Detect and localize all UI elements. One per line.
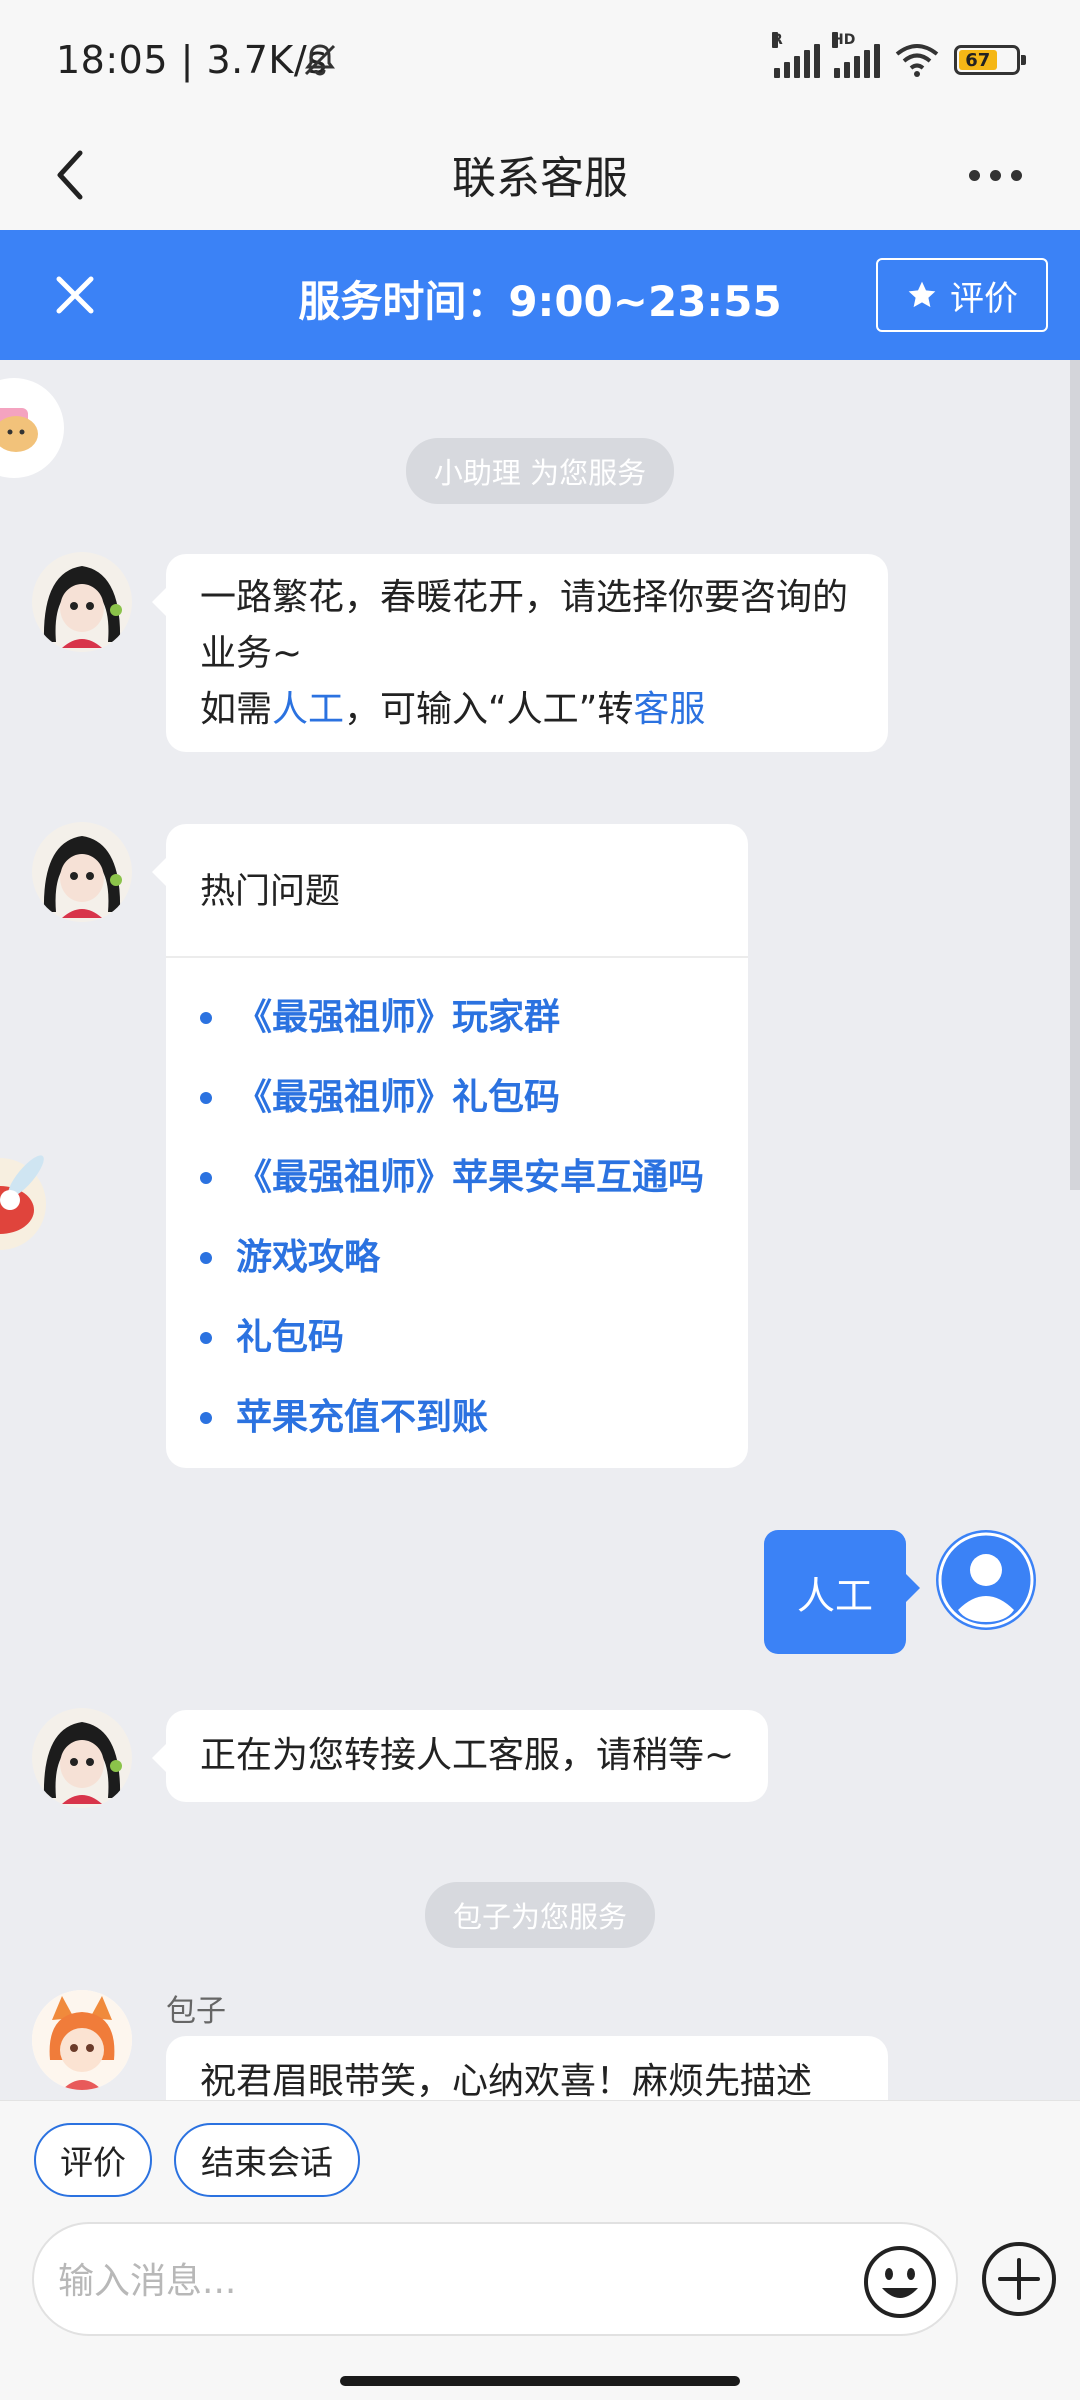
quick-actions-bar: 评价 结束会话 [0,2100,1080,2200]
system-notice-assistant: 小助理 为您服务 [0,438,1080,504]
assistant-avatar-icon [32,1708,132,1808]
user-message-bubble: 人工 [764,1530,920,1654]
user-message-text: 人工 [796,1573,873,1618]
welcome-line-1: 一路繁花，春暖花开，请选择你要咨询的业务~ [200,577,849,674]
status-icons: R HD 67 [772,32,1026,84]
system-notice-agent: 包子为您服务 [0,1882,1080,1948]
wifi-icon [895,44,939,77]
chat-area[interactable]: 小助理 为您服务 一路繁花，春暖花开，请选择你要咨询的业务~ 如需人工，可输入“… [0,360,1080,2100]
faq-item[interactable]: 《最强祖师》礼包码 [200,1058,714,1138]
faq-card: 热门问题 《最强祖师》玩家群 《最强祖师》礼包码 《最强祖师》苹果安卓互通吗 游… [152,824,748,1468]
welcome-line-2: 如需人工，可输入“人工”转客服 [200,682,854,738]
system-notice-text: 包子为您服务 [424,1882,655,1948]
assistant-avatar[interactable] [32,1708,132,1808]
faq-item-label: 礼包码 [236,1317,345,1358]
faq-item-label: 《最强祖师》礼包码 [236,1077,561,1118]
battery-level: 67 [959,50,997,71]
mute-bell-icon [304,44,336,76]
agent-avatar[interactable] [32,1990,132,2090]
more-dot-icon [989,169,1001,181]
signal-2-tag: HD [832,32,856,48]
rate-button[interactable]: 评价 [34,2123,152,2197]
battery-icon: 67 [954,45,1026,75]
user-profile-icon [938,1532,1034,1628]
user-avatar[interactable] [936,1530,1036,1630]
pet-bunny-icon [0,1155,46,1250]
faq-item-label: 《最强祖师》苹果安卓互通吗 [236,1157,705,1198]
faq-item-label: 苹果充值不到账 [236,1397,489,1438]
message-input[interactable] [58,2246,838,2316]
faq-title: 热门问题 [166,824,748,958]
service-banner: 服务时间：9:00~23:55 评价 [0,230,1080,360]
assistant-avatar[interactable] [32,552,132,652]
signal-1-icon: R [772,32,820,78]
assistant-avatar-icon [32,822,132,922]
human-link[interactable]: 人工 [272,689,344,730]
input-bar [0,2200,1080,2400]
emoji-icon[interactable] [862,2244,938,2320]
faq-item[interactable]: 苹果充值不到账 [200,1378,714,1458]
more-dot-icon [1010,169,1022,181]
header: 联系客服 [0,120,1080,230]
end-session-button[interactable]: 结束会话 [174,2123,360,2197]
agent-message-bubble: 祝君眉眼带笑，心纳欢喜！麻烦先描述 [166,2036,888,2100]
floating-pet-icon-2[interactable] [0,1130,70,1270]
bullet-icon [200,1012,212,1024]
faq-list: 《最强祖师》玩家群 《最强祖师》礼包码 《最强祖师》苹果安卓互通吗 游戏攻略 礼… [166,958,748,1468]
welcome-middle: ，可输入“人工”转 [344,689,634,730]
home-indicator[interactable] [340,2376,740,2386]
welcome-prefix: 如需 [200,689,273,730]
star-icon [908,281,936,308]
message-input-container[interactable] [32,2222,958,2336]
add-attachment-icon[interactable] [980,2240,1058,2318]
rate-button-label: 评价 [950,278,1018,319]
signal-1-tag: R [772,32,783,48]
assistant-avatar[interactable] [32,822,132,922]
transfer-message-text: 正在为您转接人工客服，请稍等~ [200,1735,735,1776]
more-dot-icon [968,169,980,181]
faq-item[interactable]: 游戏攻略 [200,1218,714,1298]
assistant-avatar-icon [32,552,132,652]
system-notice-text: 小助理 为您服务 [405,438,675,504]
transfer-message-bubble: 正在为您转接人工客服，请稍等~ [151,1710,769,1802]
service-link[interactable]: 客服 [633,689,705,730]
status-time: 18:05 | 3.7K/s [56,38,328,82]
bullet-icon [200,1092,212,1104]
faq-item-label: 游戏攻略 [236,1237,381,1278]
agent-avatar-icon [32,1990,132,2090]
faq-item[interactable]: 《最强祖师》苹果安卓互通吗 [200,1138,714,1218]
agent-name: 包子 [166,1994,226,2029]
status-bar: 18:05 | 3.7K/s R HD 67 [0,0,1080,120]
bullet-icon [200,1332,212,1344]
page-title: 联系客服 [452,153,628,204]
faq-item-label: 《最强祖师》玩家群 [236,997,561,1038]
signal-2-icon: HD [832,32,880,78]
faq-item[interactable]: 礼包码 [200,1298,714,1378]
rate-button-top[interactable]: 评价 [876,258,1048,332]
welcome-message-bubble: 一路繁花，春暖花开，请选择你要咨询的业务~ 如需人工，可输入“人工”转客服 [152,554,888,752]
more-button[interactable] [950,140,1040,210]
bullet-icon [200,1172,212,1184]
agent-message-text: 祝君眉眼带笑，心纳欢喜！麻烦先描述 [200,2061,813,2100]
faq-item[interactable]: 《最强祖师》玩家群 [200,978,714,1058]
bullet-icon [200,1252,212,1264]
bullet-icon [200,1412,212,1424]
